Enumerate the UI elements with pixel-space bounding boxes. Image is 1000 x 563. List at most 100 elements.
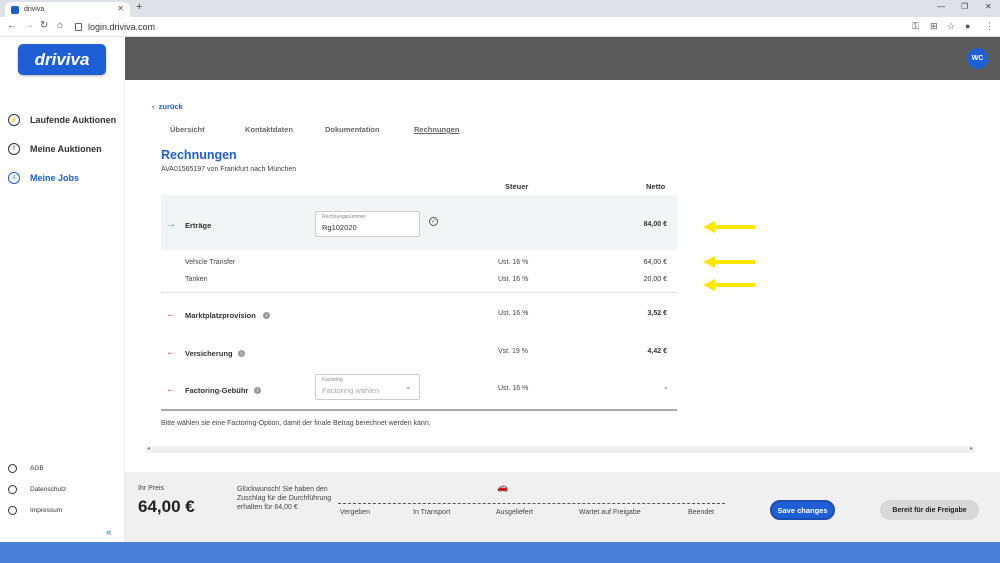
page-title: Rechnungen	[161, 148, 237, 162]
chevron-down-icon: ⌄	[405, 384, 411, 391]
vehicle-transfer-tax: Ust. 16 %	[498, 259, 529, 266]
page-subtitle: AVA01565197 von Frankfurt nach München	[161, 166, 297, 173]
stage-wartet-auf-freigabe: Wartet auf Freigabe	[579, 509, 641, 516]
info-icon[interactable]: i	[263, 312, 270, 319]
col-header-net: Netto	[646, 182, 666, 191]
close-icon[interactable]: ✕	[117, 4, 124, 13]
scroll-left-icon[interactable]: ◂	[147, 445, 150, 452]
factoring-note: Bitte wählen sie eine Factoring-Option, …	[161, 420, 431, 427]
top-bar	[125, 37, 1000, 80]
translate-icon[interactable]: ⊞	[930, 21, 938, 32]
key-icon[interactable]: ⚿	[912, 21, 919, 32]
profile-icon[interactable]: ●	[965, 21, 970, 31]
expense-arrow-icon: ←	[166, 384, 176, 395]
forward-arrow-icon[interactable]: →	[24, 20, 34, 31]
collapse-sidebar-icon[interactable]: «	[106, 527, 112, 538]
sidebar-item-label: Meine Auktionen	[30, 144, 102, 154]
factoring-select[interactable]: Factoring Factoring wählen ⌄	[315, 374, 420, 400]
avatar[interactable]: WC	[967, 48, 988, 69]
tanken-label: Tanken	[185, 276, 208, 283]
col-header-tax: Steuer	[505, 182, 529, 191]
ertraege-label: Erträge	[185, 221, 212, 230]
stage-in-transport: In Transport	[413, 509, 451, 516]
browser-tab[interactable]: driviva ✕	[5, 2, 130, 17]
factoring-label: Factoring-Gebühr	[185, 386, 249, 395]
tab-kontaktdaten[interactable]: Kontaktdaten	[245, 125, 293, 134]
new-tab-icon[interactable]: +	[136, 1, 142, 13]
sidebar-link-datenschutz[interactable]: Datenschutz	[8, 485, 66, 494]
field-label: Factoring	[322, 377, 343, 383]
marktplatz-label: Marktplatzprovision	[185, 311, 256, 320]
stage-beendet: Beendet	[688, 509, 715, 516]
congrats-text: Glückwunsch! Sie haben den Zuschlag für …	[237, 486, 332, 511]
dollar-icon	[8, 464, 17, 473]
versicherung-net: 4,42 €	[647, 348, 667, 355]
lock-icon	[75, 23, 82, 31]
sidebar-item-meine-jobs[interactable]: ≡ Meine Jobs	[8, 172, 79, 184]
save-changes-button[interactable]: Save changes	[770, 500, 835, 520]
versicherung-tax: Vst. 19 %	[498, 348, 528, 355]
favicon-icon	[11, 5, 19, 14]
factoring-tax: Ust. 16 %	[498, 385, 529, 392]
price-label: Ihr Preis	[138, 485, 165, 492]
main-content	[125, 80, 1000, 472]
tanken-net: 20,00 €	[643, 276, 667, 283]
tanken-tax: Ust. 16 %	[498, 276, 529, 283]
horizontal-scrollbar[interactable]: ◂ ▸	[145, 446, 975, 453]
sidebar-link-impressum[interactable]: Impressum	[8, 506, 62, 515]
sidebar-item-label: Laufende Auktionen	[30, 115, 117, 125]
scroll-right-icon[interactable]: ▸	[970, 445, 973, 452]
sidebar-item-label: Meine Jobs	[30, 173, 80, 183]
info-icon[interactable]: i	[238, 350, 245, 357]
stage-ausgeliefert: Ausgeliefert	[496, 509, 533, 516]
car-icon: 🚗	[497, 482, 509, 492]
star-icon[interactable]: ☆	[947, 21, 955, 32]
gavel-icon: ⚡	[8, 114, 20, 126]
sidebar-link-agb[interactable]: AGB	[8, 464, 44, 473]
factoring-net: -	[664, 385, 667, 392]
ready-for-release-button[interactable]: Bereit für die Freigabe	[880, 500, 979, 520]
taskbar-strip	[0, 542, 1000, 563]
back-link[interactable]: ‹ zurück	[152, 102, 183, 111]
expense-arrow-icon: ←	[166, 309, 176, 320]
info-icon	[8, 506, 17, 515]
url-text: login.driviva.com	[88, 22, 156, 32]
vehicle-transfer-label: Vehicle Transfer	[185, 259, 236, 266]
info-icon[interactable]: i	[254, 387, 261, 394]
tab-rechnungen[interactable]: Rechnungen	[414, 125, 459, 134]
income-arrow-icon: →	[166, 219, 176, 230]
back-label: zurück	[158, 102, 183, 111]
sidebar-foot-label: AGB	[30, 465, 44, 472]
auction-icon: !	[8, 143, 20, 155]
address-bar[interactable]: login.driviva.com	[75, 19, 905, 35]
divider	[161, 292, 677, 293]
vehicle-transfer-net: 64,00 €	[643, 259, 667, 266]
invoice-number-field[interactable]: Rechnungsnummer Rg102020	[315, 211, 420, 237]
privacy-icon	[8, 485, 17, 494]
sidebar-item-laufende-auktionen[interactable]: ⚡ Laufende Auktionen	[8, 114, 116, 126]
stage-vergeben: Vergeben	[340, 509, 370, 516]
sidebar-foot-label: Impressum	[30, 507, 63, 514]
marktplatz-net: 3,52 €	[647, 310, 667, 317]
minimize-icon[interactable]: —	[937, 2, 945, 11]
tab-dokumentation[interactable]: Dokumentation	[325, 125, 380, 134]
window-close-icon[interactable]: ✕	[985, 2, 992, 11]
check-icon[interactable]: ✓	[429, 217, 438, 226]
tab-uebersicht[interactable]: Übersicht	[170, 125, 205, 134]
total-divider	[161, 409, 677, 411]
reload-icon[interactable]: ↻	[40, 20, 48, 31]
maximize-icon[interactable]: ❐	[961, 2, 968, 11]
sidebar-item-meine-auktionen[interactable]: ! Meine Auktionen	[8, 143, 102, 155]
expense-arrow-icon: ←	[166, 347, 176, 358]
browser-toolbar: ← → ↻ ⌂ login.driviva.com ⚿ ⊞ ☆ ● ⋮	[0, 17, 1000, 37]
factoring-placeholder: Factoring wählen	[322, 386, 380, 395]
sidebar-foot-label: Datenschutz	[30, 486, 67, 493]
home-icon[interactable]: ⌂	[57, 20, 63, 31]
menu-icon[interactable]: ⋮	[985, 21, 994, 32]
jobs-icon: ≡	[8, 172, 20, 184]
driviva-logo[interactable]: driviva	[18, 44, 106, 75]
annotation-arrow-icon	[703, 256, 755, 268]
back-arrow-icon[interactable]: ←	[7, 20, 17, 31]
annotation-arrow-icon	[703, 221, 755, 233]
marktplatz-tax: Ust. 16 %	[498, 310, 529, 317]
